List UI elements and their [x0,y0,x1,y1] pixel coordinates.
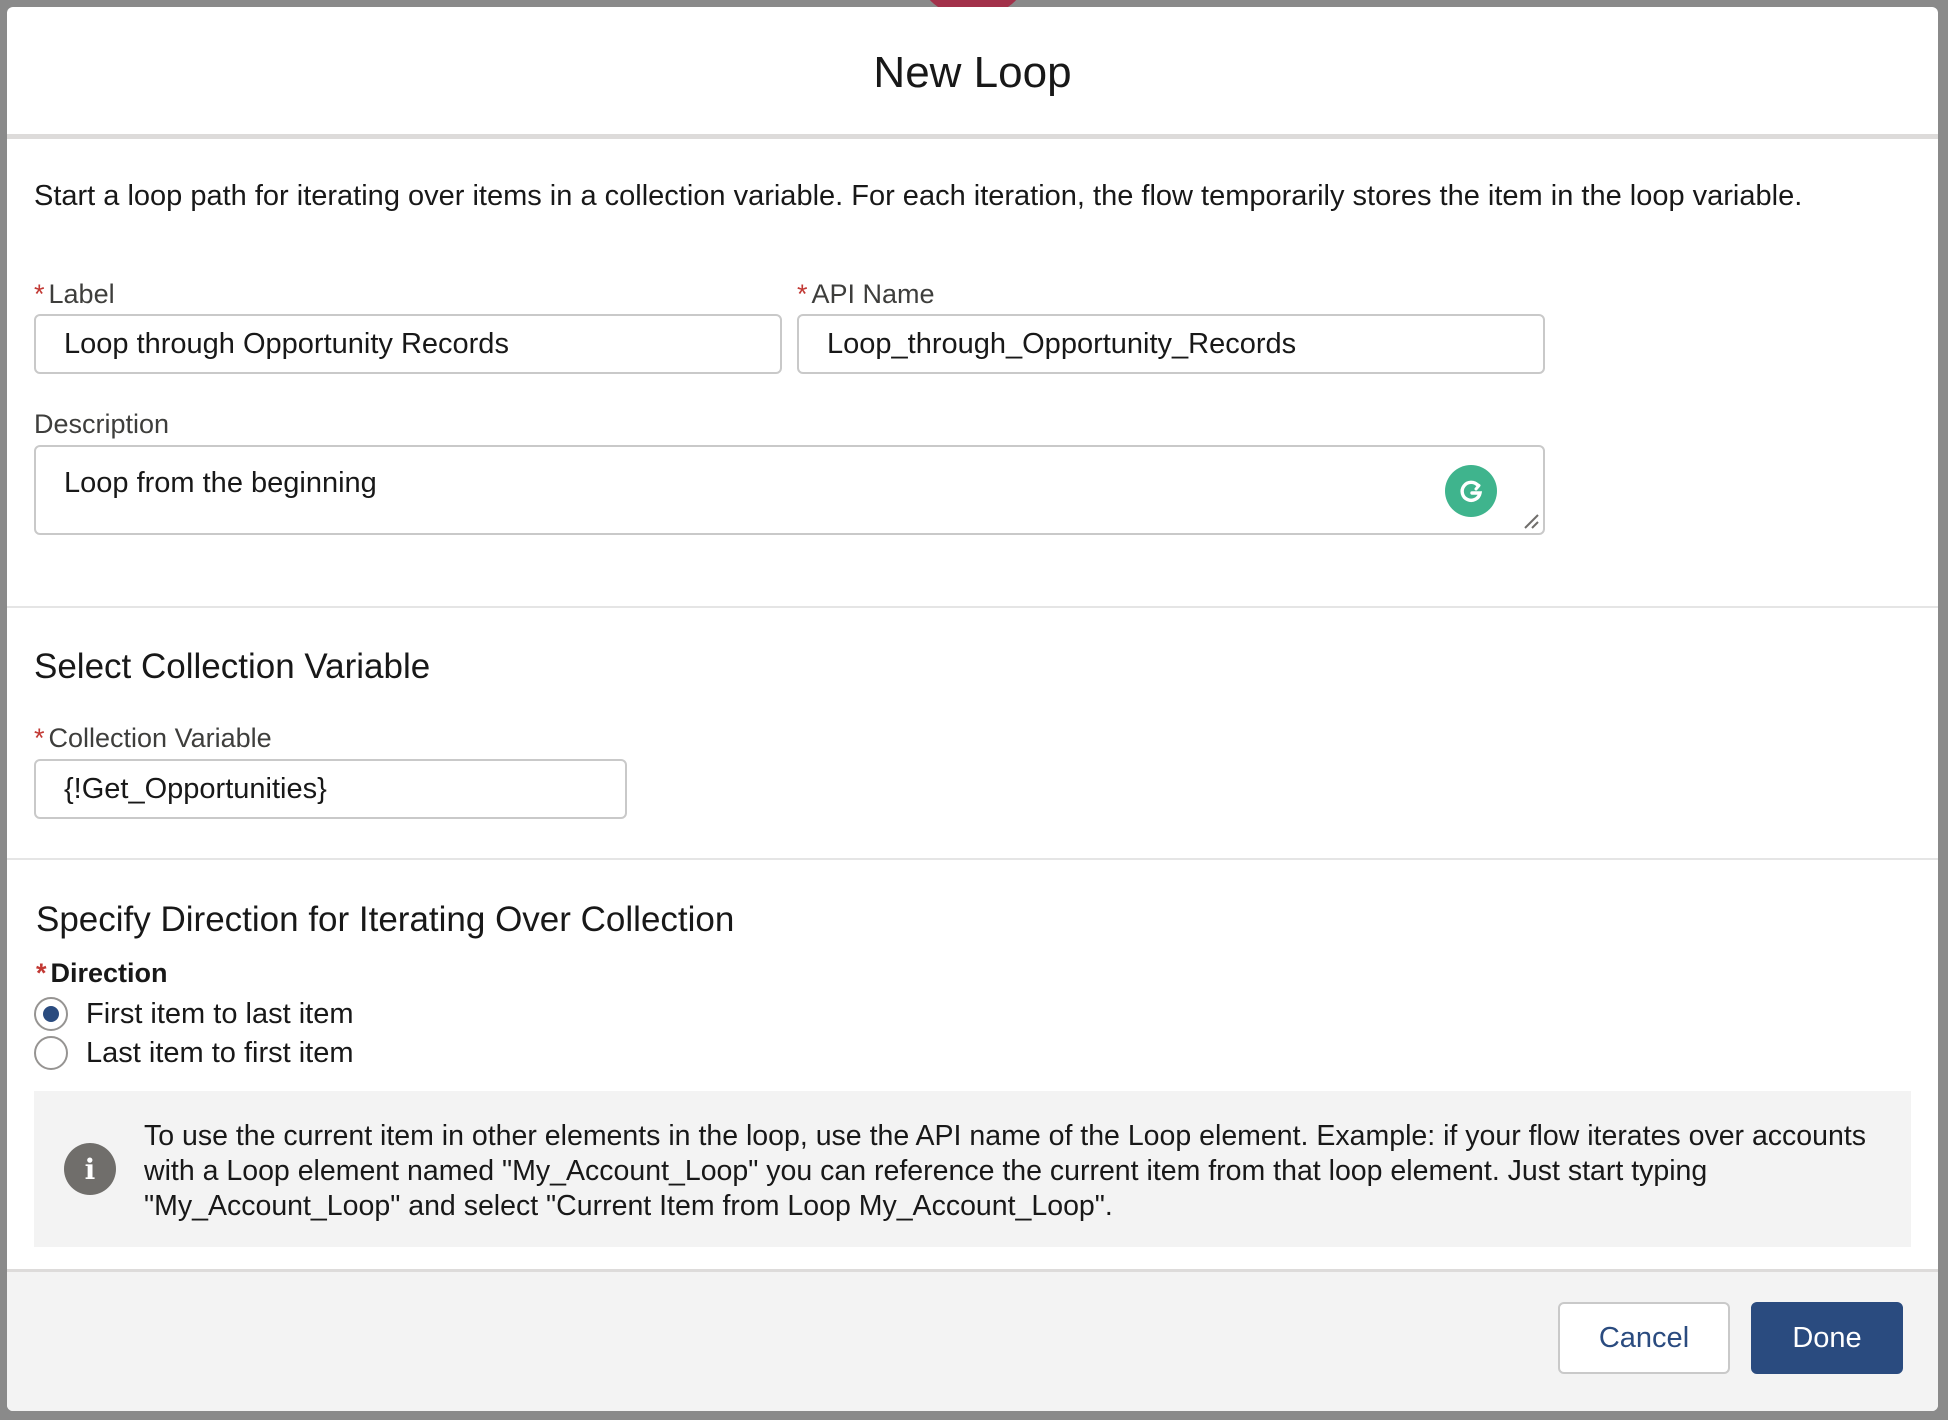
section-divider [7,606,1938,608]
modal-header: New Loop [7,7,1938,139]
done-button[interactable]: Done [1751,1302,1903,1374]
info-message-box: i To use the current item in other eleme… [34,1091,1911,1247]
label-field-label: * Label [34,279,115,310]
info-icon: i [64,1143,116,1195]
api-name-field-label-text: API Name [811,279,935,309]
direction-label-text: Direction [50,958,168,988]
direction-section-title: Specify Direction for Iterating Over Col… [36,900,735,939]
required-marker: * [34,279,45,309]
cancel-button[interactable]: Cancel [1558,1302,1730,1374]
collection-variable-input[interactable]: {!Get_Opportunities} [34,759,627,819]
description-textarea-value: Loop from the beginning [64,467,377,499]
radio-button-selected[interactable] [34,997,68,1031]
radio-dot [43,1006,59,1022]
direction-option-first-to-last[interactable]: First item to last item [34,997,354,1031]
grammarly-icon[interactable] [1445,465,1497,517]
direction-label: * Direction [36,958,168,989]
direction-option-label: First item to last item [86,997,354,1030]
info-message-text: To use the current item in other element… [144,1120,1867,1222]
label-input-value: Loop through Opportunity Records [64,327,509,360]
radio-button[interactable] [34,1036,68,1070]
api-name-field-label: * API Name [797,279,935,310]
label-input[interactable]: Loop through Opportunity Records [34,314,782,374]
resize-handle-icon[interactable] [1522,512,1540,530]
direction-option-label: Last item to first item [86,1036,354,1069]
direction-option-last-to-first[interactable]: Last item to first item [34,1036,354,1070]
label-field-label-text: Label [48,279,115,309]
section-divider [7,858,1938,860]
modal-footer: Cancel Done [7,1269,1938,1411]
required-marker: * [36,958,47,988]
description-textarea[interactable]: Loop from the beginning [34,445,1545,535]
required-marker: * [797,279,808,309]
collection-variable-value: {!Get_Opportunities} [64,772,327,805]
required-marker: * [34,723,45,753]
collection-variable-label-text: Collection Variable [48,723,272,753]
api-name-input-value: Loop_through_Opportunity_Records [827,327,1297,360]
intro-text: Start a loop path for iterating over ite… [34,180,1803,212]
new-loop-modal: New Loop Start a loop path for iterating… [7,7,1938,1411]
api-name-input[interactable]: Loop_through_Opportunity_Records [797,314,1545,374]
modal-title: New Loop [873,47,1072,97]
description-field-label: Description [34,409,170,439]
collection-variable-label: * Collection Variable [34,723,272,754]
collection-section-title: Select Collection Variable [34,647,431,686]
